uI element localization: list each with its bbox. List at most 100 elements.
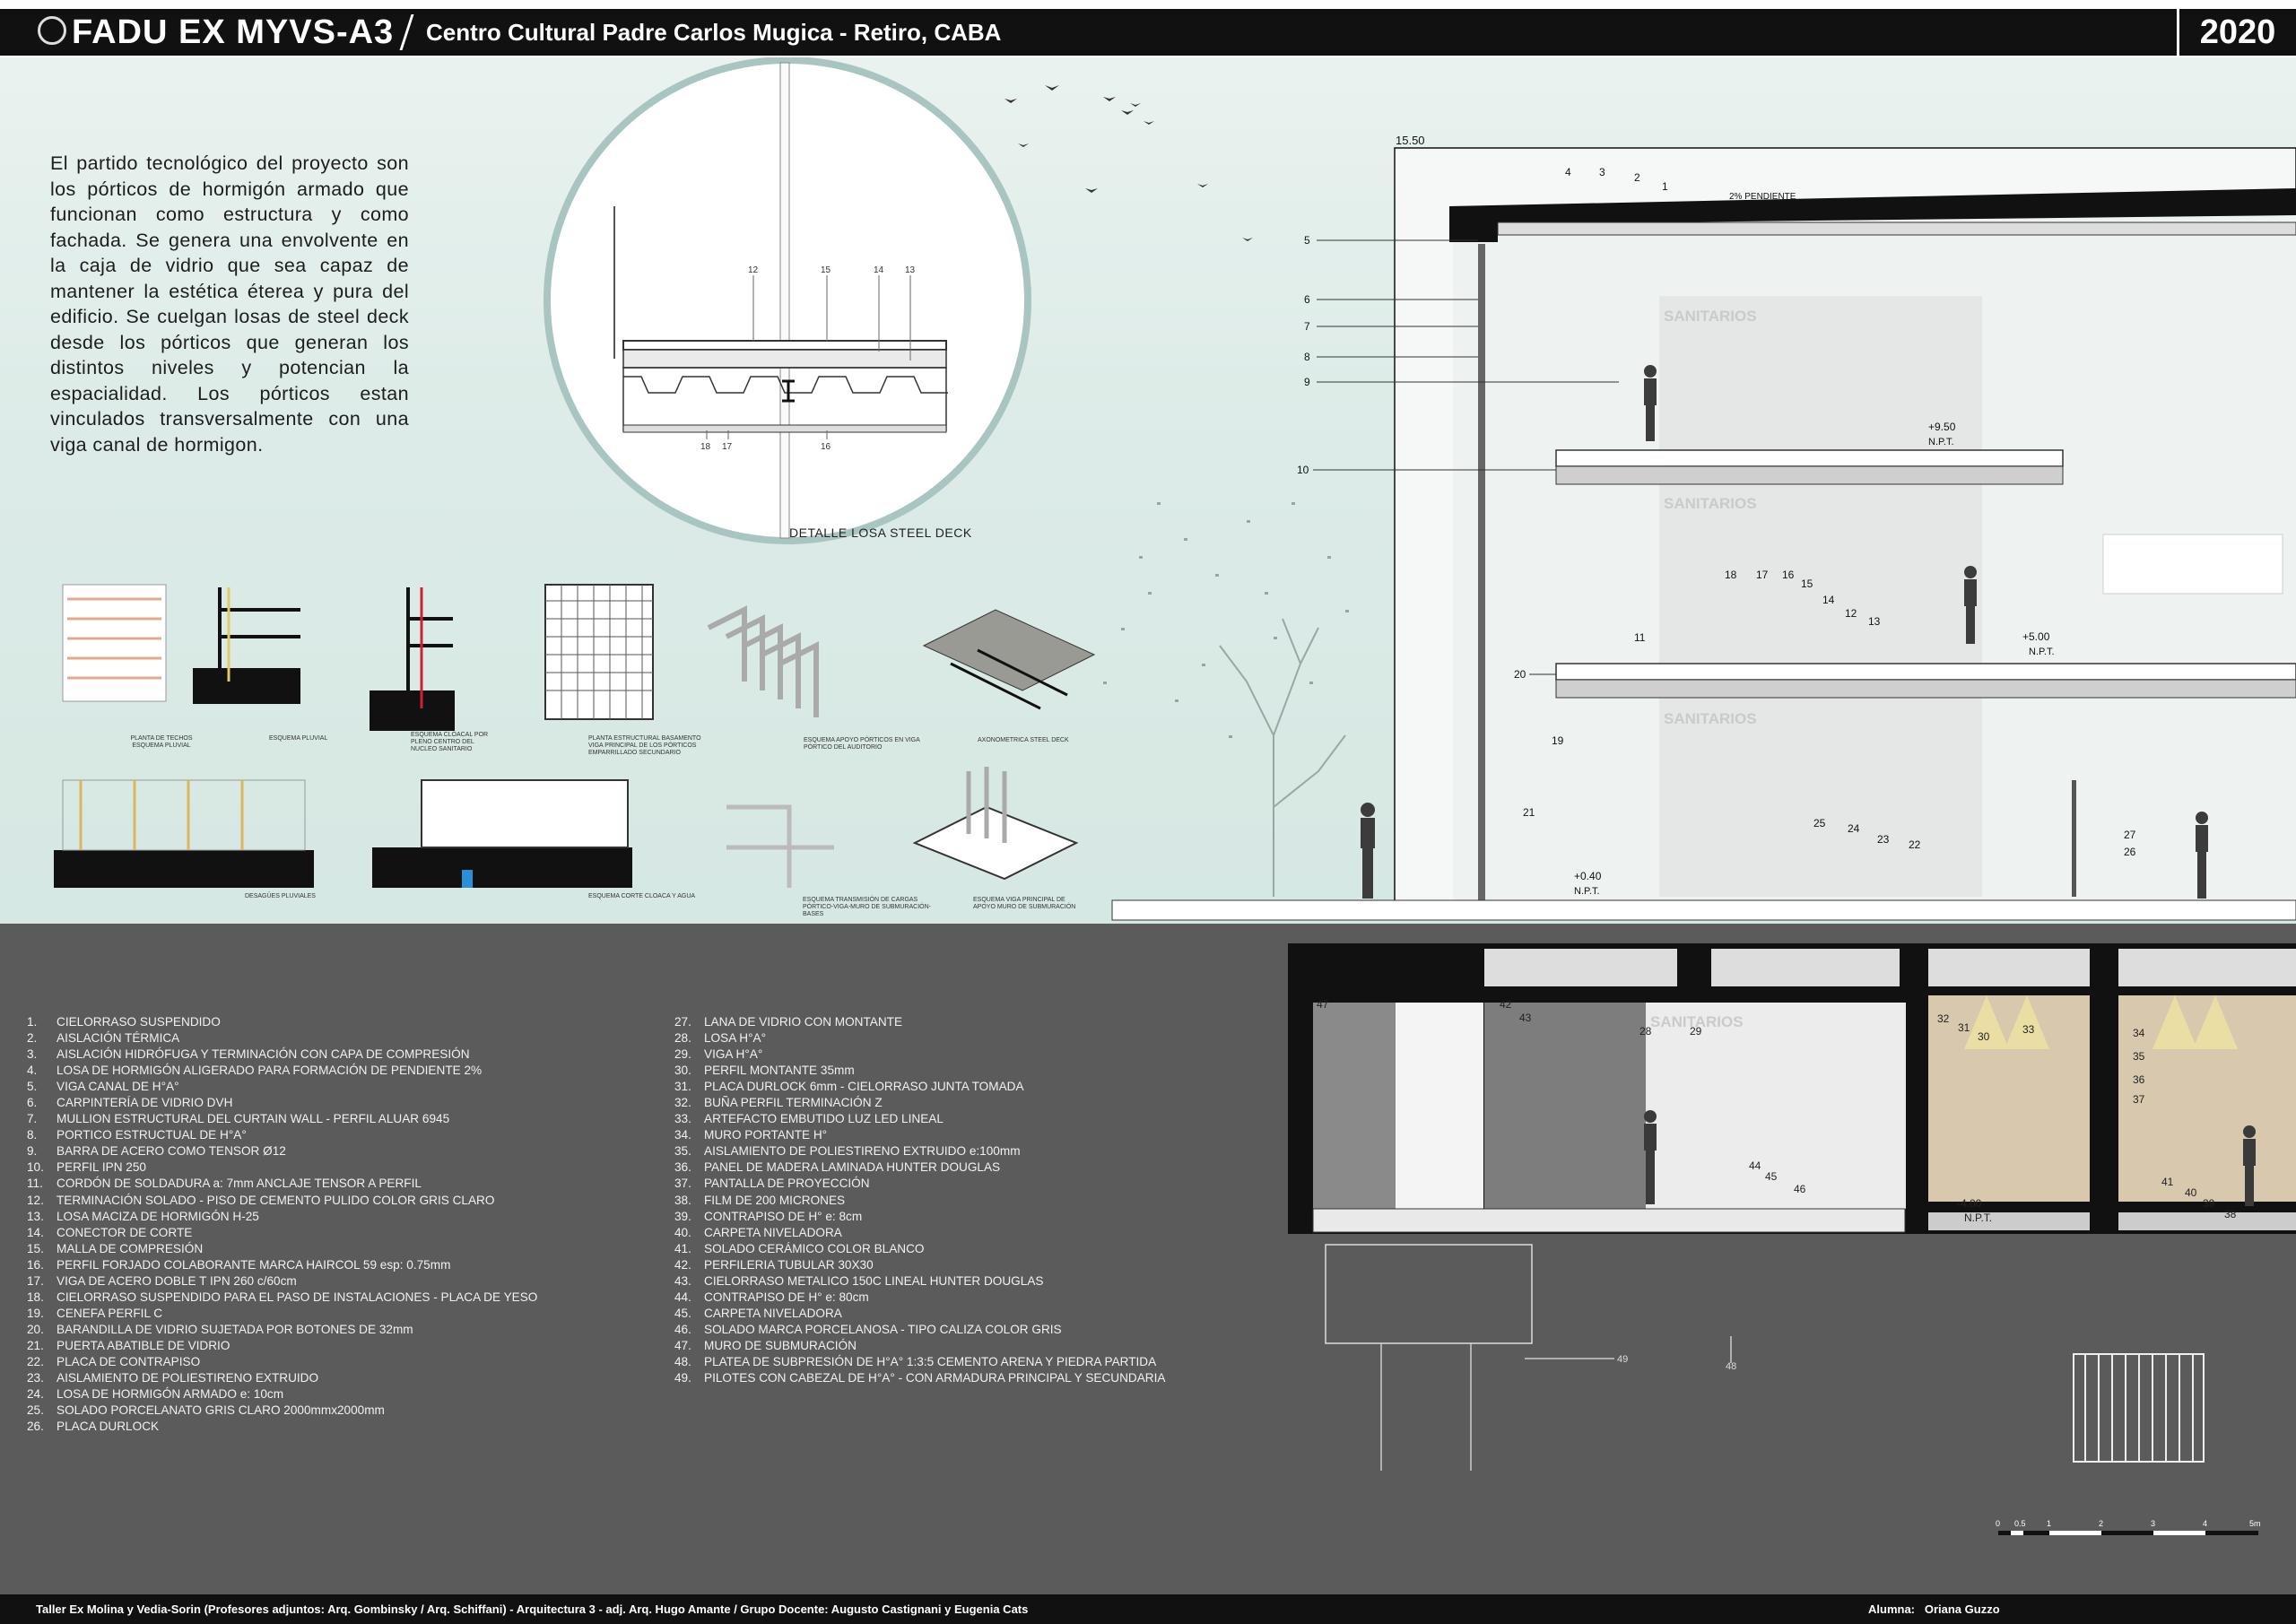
tree-illustration (1219, 618, 1346, 897)
room-label-2: SANITARIOS (1664, 495, 1757, 512)
callout-29: 29 (1690, 1025, 1702, 1038)
legend-item: 16. PERFIL FORJADO COLABORANTE MARCA HAIR… (27, 1257, 537, 1273)
thumb-caption-2: ESQUEMA PLUVIAL (269, 735, 328, 742)
detail-callout-18: 18 (700, 442, 711, 452)
legend-item-number: 3. (27, 1047, 38, 1062)
legend-item-text: CIELORRASO METALICO 150C LINEAL HUNTER D… (704, 1273, 1044, 1288)
scale-label-3: 3 (2151, 1519, 2155, 1528)
legend-item-text: LANA DE VIDRIO CON MONTANTE (704, 1015, 903, 1029)
legend-item: 20. BARANDILLA DE VIDRIO SUJETADA POR BOT… (27, 1322, 537, 1338)
lower-panel: SANITARIOS 47 42 43 28 29 32 31 30 33 34… (0, 924, 2296, 1594)
callout-5: 5 (1304, 234, 1310, 247)
legend-item-number: 25. (27, 1403, 44, 1418)
legend-item: 4. LOSA DE HORMIGÓN ALIGERADO PARA FORMAC… (27, 1063, 537, 1079)
callout-27: 27 (2124, 829, 2136, 841)
level-minus-400: -4.00 (1957, 1197, 1982, 1210)
legend-item: 30. PERFIL MONTANTE 35mm (674, 1063, 1165, 1079)
legend-item-text: BUÑA PERFIL TERMINACIÓN Z (704, 1096, 883, 1110)
scale-label-2: 2 (2099, 1519, 2103, 1528)
title-bar: FADU EX MYVS-A3 Centro Cultural Padre Ca… (0, 9, 2296, 56)
callout-33: 33 (2022, 1023, 2035, 1036)
legend-item-number: 30. (674, 1064, 691, 1078)
legend-item-number: 11. (27, 1177, 43, 1191)
callout-37: 37 (2133, 1093, 2145, 1106)
callout-46: 46 (1794, 1183, 1806, 1195)
thumb-caption-1: PLANTA DE TECHOS ESQUEMA PLUVIAL (130, 735, 193, 749)
legend-item-text: MALLA DE COMPRESIÓN (57, 1241, 204, 1255)
legend-item-number: 34. (674, 1128, 691, 1142)
piles-scheme-icon (2073, 1353, 2205, 1463)
detail-callout-17: 17 (722, 442, 733, 452)
callout-39: 39 (2203, 1197, 2215, 1210)
legend-item-text: VIGA H°A° (704, 1047, 763, 1062)
callout-40: 40 (2185, 1186, 2197, 1199)
callout-41: 41 (2161, 1176, 2174, 1188)
year-label: 2020 (2177, 9, 2296, 56)
callout-14: 14 (1822, 594, 1835, 606)
callout-47: 47 (1317, 998, 1329, 1011)
project-subtitle: Centro Cultural Padre Carlos Mugica - Re… (426, 19, 1002, 46)
legend-item: 14. CONECTOR DE CORTE (27, 1225, 537, 1241)
legend-item: 23. AISLAMIENTO DE POLIESTIRENO EXTRUIDO (27, 1370, 537, 1386)
legend-item-text: PORTICO ESTRUCTUAL DE H°A° (57, 1128, 247, 1142)
legend-item-number: 39. (674, 1209, 691, 1223)
scale-label-1: 1 (2047, 1519, 2051, 1528)
level-500: +5.00 (2022, 630, 2050, 643)
callout-38: 38 (2224, 1208, 2237, 1220)
legend-item: 21. PUERTA ABATIBLE DE VIDRIO (27, 1338, 537, 1354)
scale-label-0: 0 (1996, 1519, 2000, 1528)
legend-item-number: 16. (27, 1257, 44, 1272)
legend-item-number: 45. (674, 1306, 691, 1320)
legend-item-text: LOSA H°A° (704, 1031, 767, 1046)
legend-item-number: 9. (27, 1144, 38, 1159)
scale-label-4: 4 (2203, 1519, 2207, 1528)
university-logo-icon (38, 16, 66, 45)
legend-item-text: AISLAMIENTO DE POLIESTIRENO EXTRUIDO e:1… (704, 1144, 1021, 1159)
legend-item: 32. BUÑA PERFIL TERMINACIÓN Z (674, 1095, 1165, 1111)
legend-item: 48. PLATEA DE SUBPRESIÓN DE H°A° 1:3:5 CE… (674, 1354, 1165, 1370)
detail-callout-16: 16 (821, 442, 831, 452)
materials-legend-left: 1. CIELORRASO SUSPENDIDO 2. AISLACIÓN TÉRMI… (27, 1014, 537, 1435)
callout-9: 9 (1304, 376, 1310, 388)
legend-item-text: CONECTOR DE CORTE (57, 1225, 193, 1239)
legend-item-number: 5. (27, 1080, 38, 1094)
callout-42: 42 (1500, 998, 1512, 1011)
legend-item: 19. CENEFA PERFIL C (27, 1306, 537, 1322)
legend-item: 44. CONTRAPISO DE H° e: 80cm (674, 1290, 1165, 1306)
legend-item: 3. AISLACIÓN HIDRÓFUGA Y TERMINACIÓN CON … (27, 1046, 537, 1063)
room-label-3: SANITARIOS (1664, 710, 1757, 727)
legend-item-number: 17. (27, 1273, 44, 1288)
callout-2: 2 (1634, 171, 1640, 184)
legend-item: 33. ARTEFACTO EMBUTIDO LUZ LED LINEAL (674, 1111, 1165, 1127)
legend-item-number: 48. (674, 1354, 691, 1368)
legend-item-text: PLATEA DE SUBPRESIÓN DE H°A° 1:3:5 CEMEN… (704, 1354, 1157, 1368)
legend-item: 29. VIGA H°A° (674, 1046, 1165, 1063)
legend-item-text: PANTALLA DE PROYECCIÓN (704, 1177, 870, 1191)
level-top: 15.50 (1396, 134, 1425, 147)
room-label-1: SANITARIOS (1664, 308, 1757, 325)
legend-item-number: 42. (674, 1257, 691, 1272)
legend-item-number: 18. (27, 1290, 44, 1304)
legend-item: 46. SOLADO MARCA PORCELANOSA - TIPO CALIZ… (674, 1322, 1165, 1338)
legend-item: 22. PLACA DE CONTRAPISO (27, 1354, 537, 1370)
legend-item-text: CARPETA NIVELADORA (704, 1225, 842, 1239)
thumb-caption-4: PLANTA ESTRUCTURAL BASAMENTO VIGA PRINCI… (588, 735, 701, 756)
callout-22: 22 (1909, 838, 1921, 851)
legend-item-number: 40. (674, 1225, 691, 1239)
legend-item-text: CONTRAPISO DE H° e: 80cm (704, 1290, 869, 1304)
legend-item-number: 37. (674, 1177, 691, 1191)
detail-callout-13: 13 (905, 265, 916, 275)
callout-19: 19 (1552, 734, 1564, 747)
callout-28: 28 (1639, 1025, 1652, 1038)
callout-23: 23 (1877, 833, 1890, 846)
legend-item-number: 41. (674, 1241, 691, 1255)
callout-24: 24 (1848, 822, 1860, 835)
title-divider (399, 14, 414, 50)
legend-item-text: TERMINACIÓN SOLADO - PISO DE CEMENTO PUL… (57, 1193, 495, 1207)
thumbnails (54, 584, 1096, 888)
callout-34: 34 (2133, 1027, 2145, 1039)
callout-15: 15 (1801, 578, 1813, 590)
intro-paragraph: El partido tecnológico del proyecto son … (50, 152, 409, 456)
thumb-caption-7: DESAGÜES PLUVIALES (245, 893, 316, 899)
legend-item-text: LOSA DE HORMIGÓN ALIGERADO PARA FORMACIÓ… (57, 1064, 483, 1078)
